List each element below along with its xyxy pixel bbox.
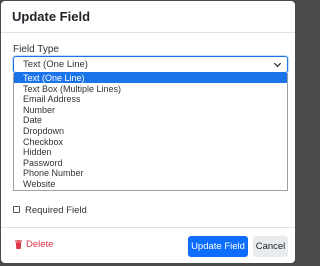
option-website[interactable]: Website: [14, 179, 287, 189]
field-type-label: Field Type: [13, 44, 59, 55]
footer-divider: [1, 227, 295, 228]
field-type-selected-value: Text (One Line): [23, 59, 88, 70]
update-field-button[interactable]: Update Field: [188, 236, 248, 257]
dialog-header: Update Field: [1, 1, 295, 33]
option-text-one-line[interactable]: Text (One Line): [14, 73, 287, 83]
option-dropdown[interactable]: Dropdown: [14, 126, 287, 136]
option-phone-number[interactable]: Phone Number: [14, 168, 287, 178]
delete-label: Delete: [26, 239, 54, 250]
option-number[interactable]: Number: [14, 105, 287, 115]
required-field-label[interactable]: Required Field: [25, 205, 87, 216]
update-field-dialog: Update Field Field Type Text (One Line) …: [1, 1, 295, 263]
option-date[interactable]: Date: [14, 115, 287, 125]
option-email-address[interactable]: Email Address: [14, 94, 287, 104]
required-field-checkbox[interactable]: [13, 206, 20, 213]
option-checkbox[interactable]: Checkbox: [14, 137, 287, 147]
option-hidden[interactable]: Hidden: [14, 147, 287, 157]
field-type-options-list: Text (One Line) Text Box (Multiple Lines…: [13, 73, 288, 191]
field-type-select[interactable]: Text (One Line): [13, 56, 288, 73]
chevron-down-icon: [273, 62, 282, 68]
trash-icon: [15, 240, 22, 249]
dialog-title: Update Field: [12, 9, 91, 24]
option-text-box-multiple-lines[interactable]: Text Box (Multiple Lines): [14, 84, 287, 94]
cancel-button[interactable]: Cancel: [253, 236, 288, 257]
option-password[interactable]: Password: [14, 158, 287, 168]
